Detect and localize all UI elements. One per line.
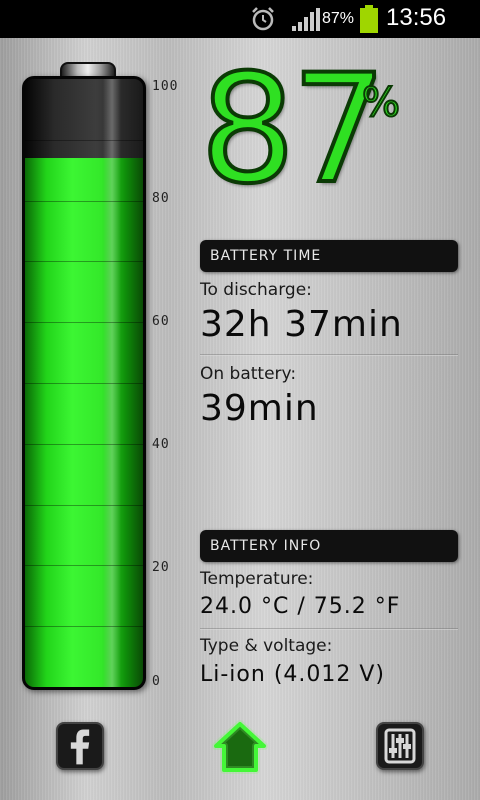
battery-fill <box>25 158 143 687</box>
type-voltage-label: Type & voltage: <box>200 636 333 656</box>
on-battery-label: On battery: <box>200 364 297 384</box>
battery-gauge <box>22 76 146 690</box>
battery-gridline <box>25 140 143 141</box>
battery-empty-region <box>25 79 143 158</box>
temperature-value: 24.0 °C / 75.2 °F <box>200 594 401 619</box>
battery-gridline <box>25 626 143 627</box>
battery-info-header: BATTERY INFO <box>200 530 458 562</box>
scale-label-40: 40 <box>152 437 170 452</box>
battery-time-header: BATTERY TIME <box>200 240 458 272</box>
home-icon <box>212 720 268 774</box>
type-voltage-value: Li-ion (4.012 V) <box>200 662 386 687</box>
signal-icon <box>292 8 320 31</box>
divider <box>200 628 458 630</box>
scale-label-60: 60 <box>152 314 170 329</box>
battery-gridline <box>25 383 143 384</box>
status-time: 13:56 <box>386 4 447 31</box>
battery-percent-display: 87 <box>198 43 389 217</box>
on-battery-value: 39min <box>200 388 319 429</box>
scale-label-0: 0 <box>152 674 161 689</box>
battery-gridline <box>25 322 143 323</box>
settings-sliders-icon <box>384 728 416 764</box>
discharge-label: To discharge: <box>200 280 312 300</box>
divider <box>200 354 458 356</box>
facebook-icon <box>70 729 90 765</box>
battery-gridline <box>25 201 143 202</box>
alarm-icon <box>252 7 274 31</box>
scale-label-20: 20 <box>152 560 170 575</box>
home-button[interactable] <box>212 720 268 774</box>
battery-gridline <box>25 261 143 262</box>
battery-icon <box>360 5 378 33</box>
status-bar: 87% 13:56 <box>0 0 480 38</box>
battery-gridline <box>25 444 143 445</box>
settings-button[interactable] <box>376 722 424 770</box>
temperature-label: Temperature: <box>200 569 314 589</box>
battery-gridline <box>25 505 143 506</box>
percent-sign: % <box>361 79 401 127</box>
battery-gridline <box>25 565 143 566</box>
discharge-value: 32h 37min <box>200 304 403 345</box>
scale-label-80: 80 <box>152 191 170 206</box>
facebook-button[interactable] <box>56 722 104 770</box>
scale-label-100: 100 <box>152 79 179 94</box>
status-battery-percent: 87% <box>322 10 355 27</box>
